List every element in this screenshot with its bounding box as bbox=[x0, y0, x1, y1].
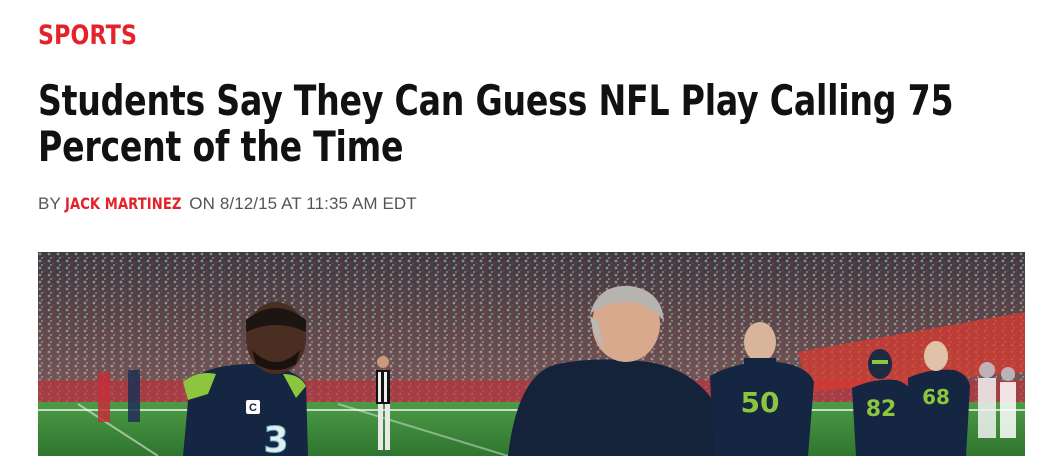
jersey-number-3: 3 bbox=[263, 420, 288, 456]
jersey-number-68: 68 bbox=[922, 385, 950, 409]
byline-prefix: BY bbox=[38, 194, 61, 213]
hero-image: C 3 50 82 68 bbox=[38, 252, 1025, 456]
byline-connector: ON bbox=[189, 194, 215, 213]
byline: BY JACK MARTINEZ ON 8/12/15 AT 11:35 AM … bbox=[38, 194, 417, 214]
hero-photo: C 3 50 82 68 bbox=[38, 252, 1025, 456]
article: SPORTS Students Say They Can Guess NFL P… bbox=[0, 0, 1046, 456]
jersey-number-82: 82 bbox=[866, 397, 897, 422]
jersey-number-50: 50 bbox=[741, 386, 780, 419]
section-label-sports[interactable]: SPORTS bbox=[38, 20, 137, 51]
headline: Students Say They Can Guess NFL Play Cal… bbox=[38, 76, 954, 171]
svg-text:C: C bbox=[249, 402, 257, 414]
referee-figure bbox=[376, 356, 390, 450]
author-link[interactable]: JACK MARTINEZ bbox=[65, 194, 181, 213]
publish-date: 8/12/15 AT 11:35 AM EDT bbox=[219, 194, 417, 213]
